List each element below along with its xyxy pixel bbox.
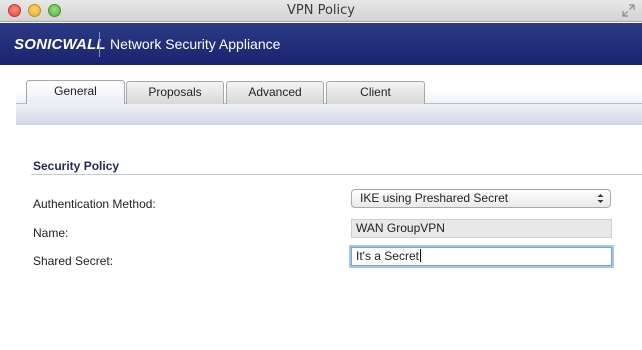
sonicwall-logo: SONICWALL — [14, 36, 106, 53]
text-cursor — [419, 249, 421, 262]
name-field: WAN GroupVPN — [351, 219, 612, 238]
section-divider — [31, 174, 642, 175]
fullscreen-icon[interactable] — [622, 4, 635, 17]
product-name: Network Security Appliance — [110, 36, 281, 52]
name-value: WAN GroupVPN — [356, 221, 445, 235]
select-arrows-icon — [597, 194, 604, 203]
auth-method-label: Authentication Method: — [33, 197, 156, 211]
window-titlebar: VPN Policy — [0, 0, 642, 22]
tab-client[interactable]: Client — [326, 81, 425, 104]
shared-secret-input[interactable]: It's a Secret — [351, 247, 612, 266]
section-title: Security Policy — [33, 159, 120, 173]
window-title: VPN Policy — [287, 3, 355, 18]
banner-divider — [99, 32, 100, 57]
auth-method-select[interactable]: IKE using Preshared Secret — [351, 189, 611, 208]
tab-advanced[interactable]: Advanced — [226, 81, 324, 104]
tab-proposals[interactable]: Proposals — [126, 81, 224, 104]
name-label: Name: — [33, 226, 69, 240]
shared-secret-label: Shared Secret: — [33, 254, 114, 268]
shared-secret-value: It's a Secret — [356, 249, 419, 263]
header-banner: SONICWALL Network Security Appliance — [0, 23, 642, 65]
auth-method-selected-value: IKE using Preshared Secret — [360, 191, 509, 205]
tab-general[interactable]: General — [26, 80, 125, 104]
